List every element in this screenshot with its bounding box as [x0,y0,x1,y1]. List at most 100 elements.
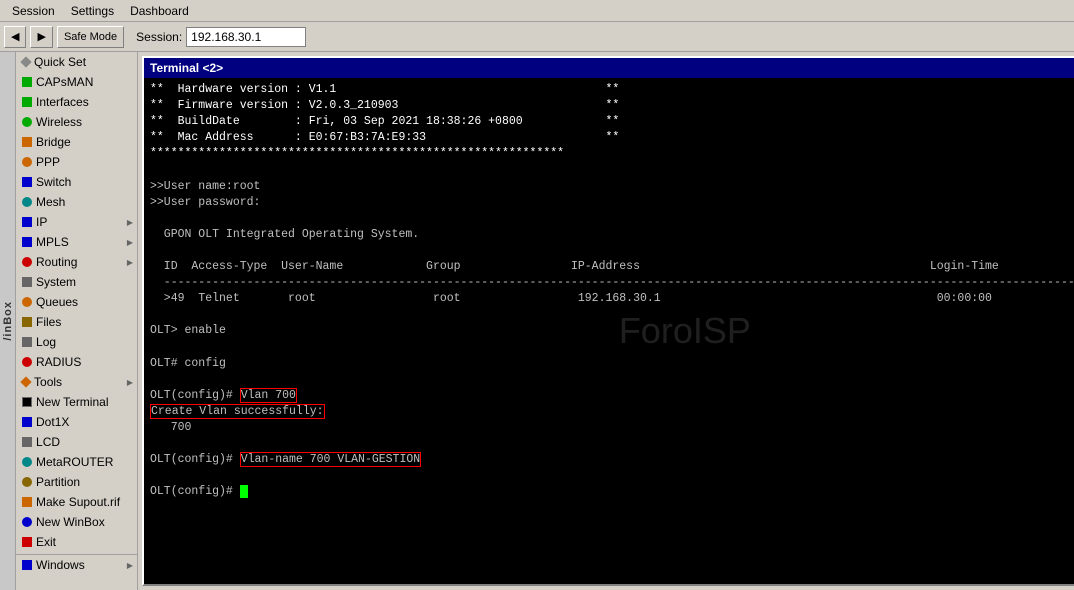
content-area: Terminal <2> _ □ ✕ ForoISP ** Hardware v… [138,52,1074,590]
sidebar-wrapper: /inBox Quick Set CAPsMAN Interfaces Wire… [0,52,138,590]
term-line-3: ** BuildDate : Fri, 03 Sep 2021 18:38:26… [150,114,1074,130]
terminal-title: Terminal <2> [150,61,223,75]
term-line-19 [150,372,1074,388]
term-line-16: OLT> enable [150,323,1074,339]
sidebar-item-system[interactable]: System [16,272,137,292]
sidebar-item-capsman[interactable]: CAPsMAN [16,72,137,92]
term-line-21: Create Vlan successfully: [150,404,1074,420]
mpls-icon [22,237,32,247]
term-line-24: OLT(config)# Vlan-name 700 VLAN-GESTION [150,452,1074,468]
session-input[interactable] [186,27,306,47]
sidebar-item-switch[interactable]: Switch [16,172,137,192]
term-line-12: ID Access-Type User-Name Group IP-Addres… [150,259,1074,275]
log-icon [22,337,32,347]
term-line-25 [150,468,1074,484]
radius-icon [22,357,32,367]
make-supout-icon [22,497,32,507]
ppp-icon [22,157,32,167]
partition-icon [22,477,32,487]
term-line-18: OLT# config [150,356,1074,372]
windows-icon [22,560,32,570]
cursor [240,485,248,498]
term-line-8: >>User password: [150,195,1074,211]
files-icon [22,317,32,327]
sidebar: Quick Set CAPsMAN Interfaces Wireless Br… [16,52,138,590]
sidebar-item-bridge[interactable]: Bridge [16,132,137,152]
ip-icon [22,217,32,227]
new-winbox-icon [22,517,32,527]
sidebar-item-windows[interactable]: Windows [16,555,137,575]
menu-dashboard[interactable]: Dashboard [122,2,197,20]
sidebar-item-interfaces[interactable]: Interfaces [16,92,137,112]
interfaces-icon [22,97,32,107]
session-label: Session: [136,30,182,44]
sidebar-item-quick-set[interactable]: Quick Set [16,52,137,72]
exit-icon [22,537,32,547]
terminal-titlebar: Terminal <2> _ □ ✕ [144,58,1074,78]
sidebar-item-make-supout[interactable]: Make Supout.rif [16,492,137,512]
queues-icon [22,297,32,307]
sidebar-item-mpls[interactable]: MPLS [16,232,137,252]
sidebar-item-lcd[interactable]: LCD [16,432,137,452]
tools-icon [20,376,31,387]
terminal-window: Terminal <2> _ □ ✕ ForoISP ** Hardware v… [142,56,1074,586]
system-icon [22,277,32,287]
terminal-body[interactable]: ForoISP ** Hardware version : V1.1 ** **… [144,78,1074,584]
quick-set-icon [20,56,31,67]
cmd-vlan-name: Vlan-name 700 VLAN-GESTION [240,452,421,467]
term-line-10: GPON OLT Integrated Operating System. [150,227,1074,243]
term-line-6 [150,162,1074,178]
sidebar-item-ip[interactable]: IP [16,212,137,232]
sidebar-item-mesh[interactable]: Mesh [16,192,137,212]
dot1x-icon [22,417,32,427]
terminal-inner: ForoISP ** Hardware version : V1.1 ** **… [144,78,1074,584]
term-line-15 [150,307,1074,323]
sidebar-item-dot1x[interactable]: Dot1X [16,412,137,432]
metarouter-icon [22,457,32,467]
wireless-icon [22,117,32,127]
cmd-vlan700: Vlan 700 [240,388,297,403]
sidebar-item-ppp[interactable]: PPP [16,152,137,172]
lcd-icon [22,437,32,447]
term-line-20: OLT(config)# Vlan 700 [150,388,1074,404]
term-line-23 [150,436,1074,452]
menu-settings[interactable]: Settings [63,2,122,20]
sidebar-item-new-terminal[interactable]: New Terminal [16,392,137,412]
sidebar-item-exit[interactable]: Exit [16,532,137,552]
menu-bar: Session Settings Dashboard [0,0,1074,22]
sidebar-item-routing[interactable]: Routing [16,252,137,272]
sidebar-item-queues[interactable]: Queues [16,292,137,312]
term-line-17 [150,340,1074,356]
term-line-14: >49 Telnet root root 192.168.30.1 00:00:… [150,291,1074,307]
sidebar-item-new-winbox[interactable]: New WinBox [16,512,137,532]
sidebar-item-radius[interactable]: RADIUS [16,352,137,372]
new-terminal-icon [22,397,32,407]
safe-mode-button[interactable]: Safe Mode [57,26,124,48]
capsman-icon [22,77,32,87]
term-line-26: OLT(config)# [150,484,1074,500]
sidebar-item-log[interactable]: Log [16,332,137,352]
menu-session[interactable]: Session [4,2,63,20]
main-layout: /inBox Quick Set CAPsMAN Interfaces Wire… [0,52,1074,590]
sidebar-item-files[interactable]: Files [16,312,137,332]
term-line-7: >>User name:root [150,179,1074,195]
term-line-2: ** Firmware version : V2.0.3_210903 ** [150,98,1074,114]
winbox-label: /inBox [2,301,14,341]
term-line-1: ** Hardware version : V1.1 ** [150,82,1074,98]
term-line-11 [150,243,1074,259]
sidebar-item-metarouter[interactable]: MetaROUTER [16,452,137,472]
sidebar-item-wireless[interactable]: Wireless [16,112,137,132]
term-line-22: 700 [150,420,1074,436]
switch-icon [22,177,32,187]
sidebar-item-partition[interactable]: Partition [16,472,137,492]
term-line-5: ****************************************… [150,146,1074,162]
bridge-icon [22,137,32,147]
forward-button[interactable]: ▶ [30,26,52,48]
term-line-13: ----------------------------------------… [150,275,1074,291]
winbox-side: /inBox [0,52,16,590]
back-button[interactable]: ◀ [4,26,26,48]
term-line-9 [150,211,1074,227]
mesh-icon [22,197,32,207]
term-line-4: ** Mac Address : E0:67:B3:7A:E9:33 ** [150,130,1074,146]
sidebar-item-tools[interactable]: Tools [16,372,137,392]
